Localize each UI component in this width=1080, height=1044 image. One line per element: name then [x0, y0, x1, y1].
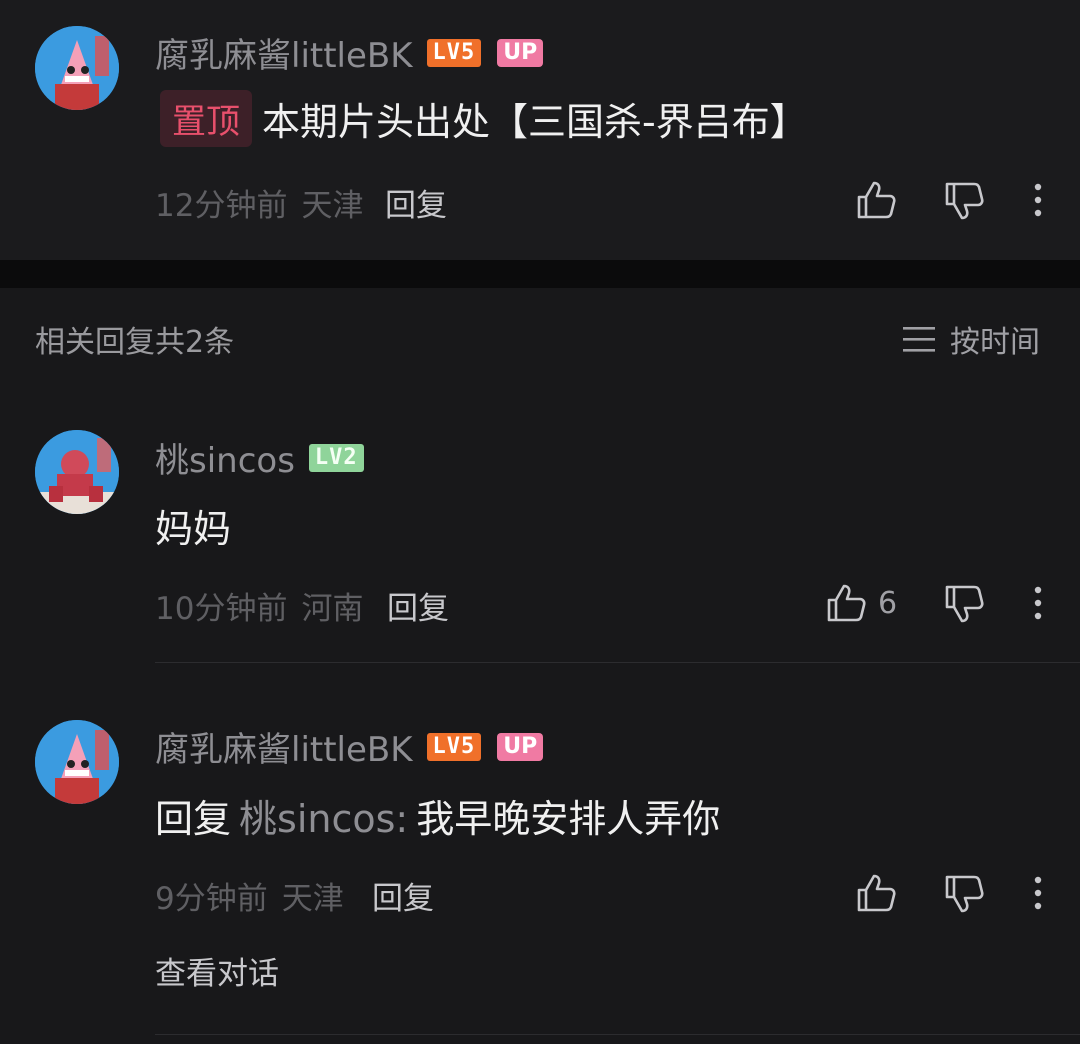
more-vertical-icon[interactable]	[1030, 585, 1046, 621]
up-badge: UP	[497, 732, 544, 761]
comment-location: 天津	[281, 881, 344, 917]
view-conversation-link[interactable]: 查看对话	[155, 948, 279, 993]
menu-lines-icon	[903, 327, 935, 352]
comment-meta: 9分钟前 天津	[155, 873, 344, 918]
pinned-badge: 置顶	[160, 90, 252, 147]
reply-button[interactable]: 回复	[372, 873, 434, 918]
avatar[interactable]	[35, 430, 119, 514]
section-divider	[0, 260, 1080, 288]
avatar[interactable]	[35, 26, 119, 110]
avatar-image	[35, 26, 119, 110]
avatar-image	[35, 430, 119, 514]
comment-text: 我早晚安排人弄你	[416, 797, 721, 841]
comment-time: 12分钟前	[155, 188, 288, 224]
up-badge: UP	[497, 38, 544, 67]
thumb-up-icon[interactable]	[855, 873, 897, 913]
sort-button[interactable]: 按时间	[902, 317, 1040, 361]
comment-meta: 10分钟前 河南	[155, 583, 363, 628]
thumb-up-icon[interactable]	[855, 180, 897, 220]
level-badge: LV5	[426, 732, 482, 761]
reply-button[interactable]: 回复	[385, 180, 447, 225]
replies-count-title: 相关回复共2条	[35, 325, 235, 360]
more-vertical-icon[interactable]	[1030, 875, 1046, 911]
comment-time: 10分钟前	[155, 591, 288, 627]
comment-text: 妈妈	[155, 507, 232, 551]
reply-divider	[155, 1034, 1080, 1035]
avatar-image	[35, 720, 119, 804]
comment-username-row: 桃sincos LV2	[155, 433, 364, 482]
comment-content: 妈妈	[155, 498, 231, 553]
mention-link[interactable]: 桃sincos:	[239, 788, 408, 843]
thumb-up-icon[interactable]	[825, 583, 867, 623]
reply-divider	[155, 662, 1080, 663]
comment-username-row: 腐乳麻酱littleBK LV5 UP	[155, 722, 544, 771]
comment-location: 河南	[301, 591, 364, 627]
more-vertical-icon[interactable]	[1030, 182, 1046, 218]
like-count: 6	[878, 586, 898, 621]
comment-content: 回复 桃sincos: 我早晚安排人弄你	[155, 788, 720, 843]
username[interactable]: 腐乳麻酱littleBK	[155, 722, 413, 771]
thumb-down-icon[interactable]	[943, 874, 985, 914]
comment-username-row: 腐乳麻酱littleBK LV5 UP	[155, 28, 544, 77]
username[interactable]: 桃sincos	[155, 433, 295, 482]
thumb-down-icon[interactable]	[943, 584, 985, 624]
comment-time: 9分钟前	[155, 881, 268, 917]
thumb-down-icon[interactable]	[943, 181, 985, 221]
reply-prefix: 回复	[155, 797, 232, 841]
comment-meta: 12分钟前 天津	[155, 180, 363, 225]
username[interactable]: 腐乳麻酱littleBK	[155, 28, 413, 77]
level-badge: LV2	[308, 443, 364, 472]
reply-button[interactable]: 回复	[387, 583, 449, 628]
comment-text: 本期片头出处【三国杀-界吕布】	[262, 100, 808, 144]
avatar[interactable]	[35, 720, 119, 804]
comment-content: 置顶 本期片头出处【三国杀-界吕布】	[160, 90, 808, 147]
comment-location: 天津	[301, 188, 364, 224]
level-badge: LV5	[426, 38, 482, 67]
sort-label: 按时间	[950, 325, 1040, 360]
